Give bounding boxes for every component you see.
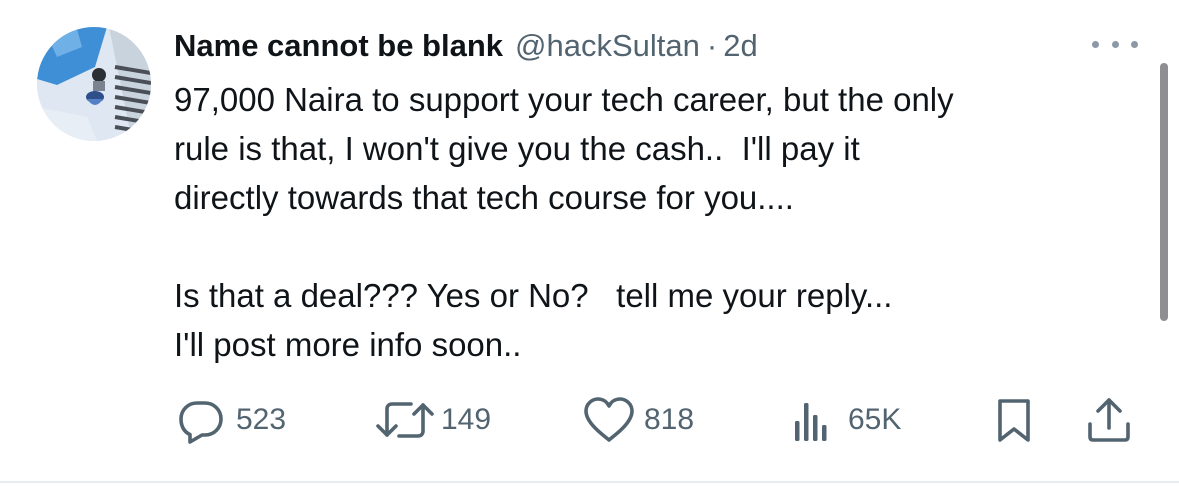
tweet-timestamp[interactable]: 2d — [723, 28, 757, 64]
more-options-icon[interactable] — [1092, 32, 1138, 56]
tweet-actions: 523 149 818 65K — [0, 395, 1179, 445]
bookmark-button[interactable] — [994, 395, 1034, 445]
author-display-name[interactable]: Name cannot be blank — [174, 28, 503, 64]
like-button[interactable]: 818 — [582, 395, 694, 445]
reply-icon — [179, 401, 223, 444]
retweet-count: 149 — [441, 403, 492, 436]
more-dot — [1092, 40, 1099, 48]
retweet-icon — [376, 402, 434, 438]
more-dot — [1131, 40, 1138, 48]
views-icon — [795, 403, 827, 441]
retweet-button[interactable]: 149 — [373, 395, 491, 445]
like-count: 818 — [644, 403, 695, 436]
author-handle[interactable]: @hackSultan — [515, 28, 700, 64]
more-dot — [1111, 40, 1119, 48]
bookmark-icon — [998, 399, 1030, 442]
tweet-text-line: rule is that, I won't give you the cash.… — [174, 130, 860, 167]
reply-button[interactable]: 523 — [176, 395, 286, 445]
tweet-header: Name cannot be blank @hackSultan · 2d — [174, 24, 758, 68]
views-count: 65K — [848, 403, 902, 436]
tweet-text-line: directly towards that tech course for yo… — [174, 179, 794, 216]
tweet-text-line: Is that a deal??? Yes or No? tell me you… — [174, 277, 893, 314]
tweet-text-line — [174, 222, 1149, 271]
tweet-text-line: I'll post more info soon.. — [174, 326, 522, 363]
scrollbar[interactable] — [1160, 63, 1168, 321]
share-button[interactable] — [1084, 395, 1134, 445]
share-icon — [1088, 398, 1130, 442]
tweet-text-line: 97,000 Naira to support your tech career… — [174, 81, 954, 118]
reply-count: 523 — [236, 403, 287, 436]
tweet[interactable]: Name cannot be blank @hackSultan · 2d 97… — [0, 0, 1179, 486]
avatar[interactable] — [37, 27, 151, 141]
divider — [0, 481, 1179, 483]
tweet-text: 97,000 Naira to support your tech career… — [174, 75, 1149, 369]
heart-icon — [584, 397, 634, 442]
header-separator: · — [706, 28, 718, 63]
views-button[interactable]: 65K — [790, 395, 901, 445]
